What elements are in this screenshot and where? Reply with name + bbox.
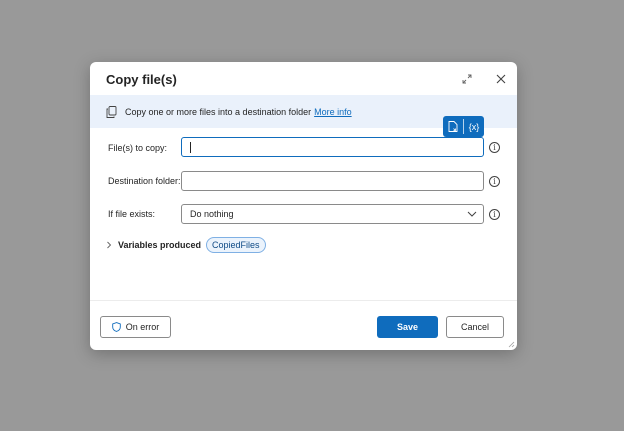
insert-variable-button[interactable]: {x} xyxy=(464,116,484,137)
footer-divider xyxy=(90,300,517,301)
close-button[interactable] xyxy=(493,71,509,87)
if-file-exists-dropdown[interactable]: Do nothing xyxy=(181,204,484,224)
expand-icon xyxy=(462,74,472,84)
info-icon[interactable]: i xyxy=(489,142,500,153)
save-button[interactable]: Save xyxy=(377,316,438,338)
shield-icon xyxy=(111,322,121,332)
resize-grip-icon[interactable] xyxy=(508,341,515,348)
on-error-button[interactable]: On error xyxy=(100,316,171,338)
close-icon xyxy=(496,74,506,84)
files-to-copy-input[interactable] xyxy=(181,137,484,157)
destination-folder-label: Destination folder: xyxy=(108,176,181,186)
if-file-exists-label: If file exists: xyxy=(108,209,156,219)
chevron-right-icon[interactable] xyxy=(106,241,112,249)
files-to-copy-label: File(s) to copy: xyxy=(108,143,168,153)
copy-document-icon xyxy=(106,105,117,118)
select-file-button[interactable] xyxy=(443,116,463,137)
text-caret xyxy=(190,141,191,153)
if-file-exists-value: Do nothing xyxy=(190,209,234,219)
file-select-icon xyxy=(448,121,458,132)
on-error-label: On error xyxy=(125,322,160,332)
variables-produced-label: Variables produced xyxy=(118,240,202,250)
info-icon[interactable]: i xyxy=(489,209,500,220)
expand-button[interactable] xyxy=(459,71,475,87)
field-picker-toolbar: {x} xyxy=(443,116,484,137)
destination-folder-input[interactable] xyxy=(181,171,484,191)
cancel-button[interactable]: Cancel xyxy=(446,316,504,338)
banner-text: Copy one or more files into a destinatio… xyxy=(125,106,312,117)
variables-produced: Variables produced CopiedFiles xyxy=(106,237,266,253)
picker-separator xyxy=(463,119,464,134)
info-icon[interactable]: i xyxy=(489,176,500,187)
chevron-down-icon xyxy=(467,209,477,219)
more-info-link[interactable]: More info xyxy=(314,107,352,117)
dialog-title: Copy file(s) xyxy=(106,72,177,87)
variable-pill-copiedfiles[interactable]: CopiedFiles xyxy=(206,237,266,253)
copy-files-dialog: Copy file(s) Copy one or more files into… xyxy=(90,62,517,350)
